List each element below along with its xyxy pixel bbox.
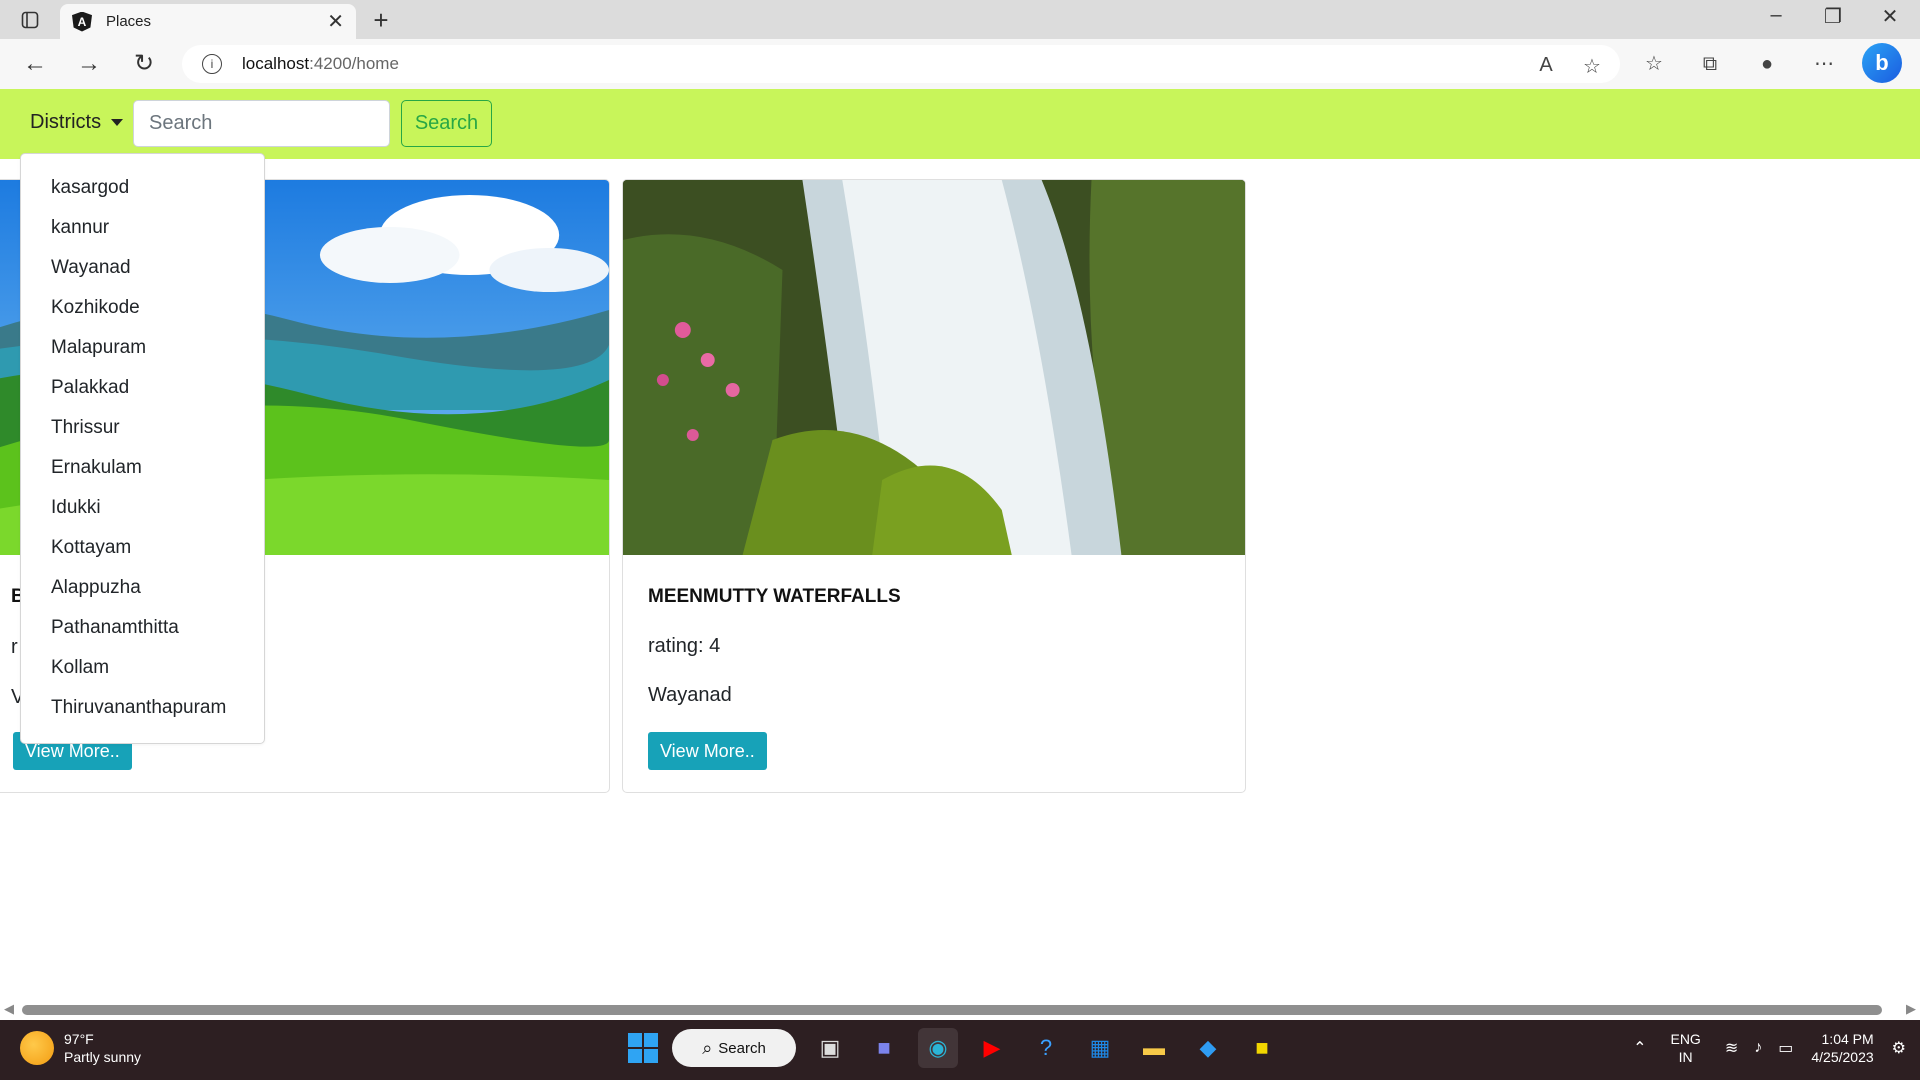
- time-text: 1:04 PM: [1821, 1031, 1874, 1047]
- card-rating: r: [11, 636, 18, 658]
- district-option[interactable]: Thiruvananthapuram: [21, 688, 264, 728]
- volume-icon[interactable]: ♪: [1754, 1039, 1762, 1057]
- search-button[interactable]: Search: [401, 100, 492, 147]
- districts-dropdown-menu: kasargod kannur Wayanad Kozhikode Malapu…: [20, 153, 265, 744]
- district-option[interactable]: Kottayam: [21, 528, 264, 568]
- search-input[interactable]: [133, 100, 390, 147]
- weather-widget[interactable]: 97°F Partly sunny: [20, 1030, 141, 1066]
- restore-button[interactable]: ❐: [1805, 4, 1861, 29]
- clock[interactable]: 1:04 PM 4/25/2023: [1811, 1030, 1873, 1066]
- district-option[interactable]: Thrissur: [21, 408, 264, 448]
- task-view-icon[interactable]: ▣: [810, 1028, 850, 1068]
- vscode-icon[interactable]: ◆: [1188, 1028, 1228, 1068]
- url-text: localhost:4200/home: [242, 54, 399, 73]
- minimize-button[interactable]: –: [1748, 4, 1804, 27]
- language-indicator[interactable]: ENG IN: [1670, 1030, 1700, 1066]
- edge-browser-icon[interactable]: ◉: [918, 1028, 958, 1068]
- browser-tab-strip: A Places ✕ + – ❐ ✕: [0, 0, 1920, 39]
- taskbar-search-button[interactable]: ⌕ Search: [672, 1029, 796, 1067]
- myhp-icon[interactable]: ▦: [1080, 1028, 1120, 1068]
- close-tab-icon[interactable]: ✕: [327, 9, 344, 34]
- districts-label: Districts: [30, 111, 102, 133]
- close-window-button[interactable]: ✕: [1862, 4, 1918, 29]
- wifi-icon[interactable]: ≋: [1725, 1038, 1738, 1058]
- horizontal-scrollbar[interactable]: ◀ ▶: [0, 1000, 1920, 1020]
- help-icon[interactable]: ?: [1026, 1028, 1066, 1068]
- site-info-icon[interactable]: i: [202, 54, 222, 74]
- districts-dropdown-toggle[interactable]: Districts: [30, 111, 124, 134]
- scrollbar-thumb[interactable]: [22, 1005, 1882, 1015]
- forward-icon[interactable]: →: [72, 49, 106, 79]
- district-option[interactable]: kasargod: [21, 168, 264, 208]
- add-favorite-icon[interactable]: ☆: [1578, 54, 1606, 79]
- place-card: MEENMUTTY WATERFALLS rating: 4 Wayanad V…: [622, 179, 1246, 793]
- tab-title: Places: [106, 13, 152, 30]
- bing-chat-icon[interactable]: b: [1862, 43, 1902, 83]
- district-option[interactable]: Kollam: [21, 648, 264, 688]
- scroll-right-icon[interactable]: ▶: [1906, 1001, 1916, 1017]
- district-option[interactable]: Palakkad: [21, 368, 264, 408]
- favorites-icon[interactable]: ☆: [1637, 47, 1671, 81]
- card-rating: rating: 4: [648, 635, 721, 657]
- page-viewport: Districts Search B r V View More..: [0, 89, 1920, 1008]
- back-icon[interactable]: ←: [18, 49, 52, 79]
- angular-favicon-icon: A: [72, 11, 92, 32]
- view-more-button[interactable]: View More..: [648, 732, 767, 770]
- chevron-up-icon[interactable]: ⌃: [1633, 1038, 1646, 1058]
- card-district: Wayanad: [648, 684, 732, 706]
- collections-icon[interactable]: ⧉: [1693, 47, 1727, 81]
- taskbar-apps: ⌕ Search ▣ ■ ◉ ▶ ? ▦ ▬ ◆ ■: [628, 1028, 1282, 1068]
- file-explorer-icon[interactable]: ▬: [1134, 1028, 1174, 1068]
- search-icon: ⌕: [702, 1037, 713, 1058]
- district-option[interactable]: Wayanad: [21, 248, 264, 288]
- scroll-left-icon[interactable]: ◀: [4, 1001, 14, 1017]
- card-title: MEENMUTTY WATERFALLS: [648, 586, 901, 607]
- new-tab-button[interactable]: +: [366, 5, 396, 36]
- battery-icon[interactable]: ▭: [1778, 1038, 1793, 1058]
- system-tray: ⌃ ENG IN ≋ ♪ ▭ 1:04 PM 4/25/2023 ⚙: [1625, 1030, 1920, 1066]
- more-options-icon[interactable]: ⋯: [1807, 47, 1841, 81]
- district-option[interactable]: Malapuram: [21, 328, 264, 368]
- address-bar[interactable]: i localhost:4200/home A ☆: [182, 45, 1620, 83]
- app-navbar: Districts Search: [0, 89, 1920, 159]
- district-option[interactable]: Kozhikode: [21, 288, 264, 328]
- district-option[interactable]: Pathanamthitta: [21, 608, 264, 648]
- date-text: 4/25/2023: [1811, 1049, 1874, 1065]
- district-option[interactable]: Ernakulam: [21, 448, 264, 488]
- sticky-notes-icon[interactable]: ■: [1242, 1028, 1282, 1068]
- taskbar-search-label: Search: [718, 1039, 766, 1057]
- district-option[interactable]: Alappuzha: [21, 568, 264, 608]
- refresh-icon[interactable]: ↻: [127, 49, 161, 79]
- windows-taskbar: 97°F Partly sunny ⌕ Search ▣ ■ ◉ ▶ ? ▦ ▬…: [0, 1020, 1920, 1080]
- notifications-icon[interactable]: ⚙: [1892, 1038, 1906, 1058]
- caret-down-icon: [111, 119, 124, 126]
- waterfall-image: [623, 180, 1245, 555]
- district-option[interactable]: Idukki: [21, 488, 264, 528]
- browser-tab[interactable]: A Places ✕: [60, 4, 356, 39]
- browser-toolbar: ← → ↻ i localhost:4200/home A ☆ ☆ ⧉ ● ⋯ …: [0, 39, 1920, 89]
- youtube-icon[interactable]: ▶: [972, 1028, 1012, 1068]
- read-aloud-icon[interactable]: A: [1532, 54, 1560, 77]
- temperature-text: 97°F: [64, 1031, 94, 1047]
- district-option[interactable]: kannur: [21, 208, 264, 248]
- teams-chat-icon[interactable]: ■: [864, 1028, 904, 1068]
- language-text: ENG: [1670, 1031, 1701, 1047]
- region-text: IN: [1678, 1049, 1693, 1065]
- tab-actions-icon[interactable]: [12, 7, 48, 33]
- profile-icon[interactable]: ●: [1750, 47, 1784, 81]
- partly-sunny-icon: [20, 1031, 54, 1065]
- weather-text: Partly sunny: [64, 1049, 142, 1065]
- windows-start-icon[interactable]: [628, 1033, 658, 1063]
